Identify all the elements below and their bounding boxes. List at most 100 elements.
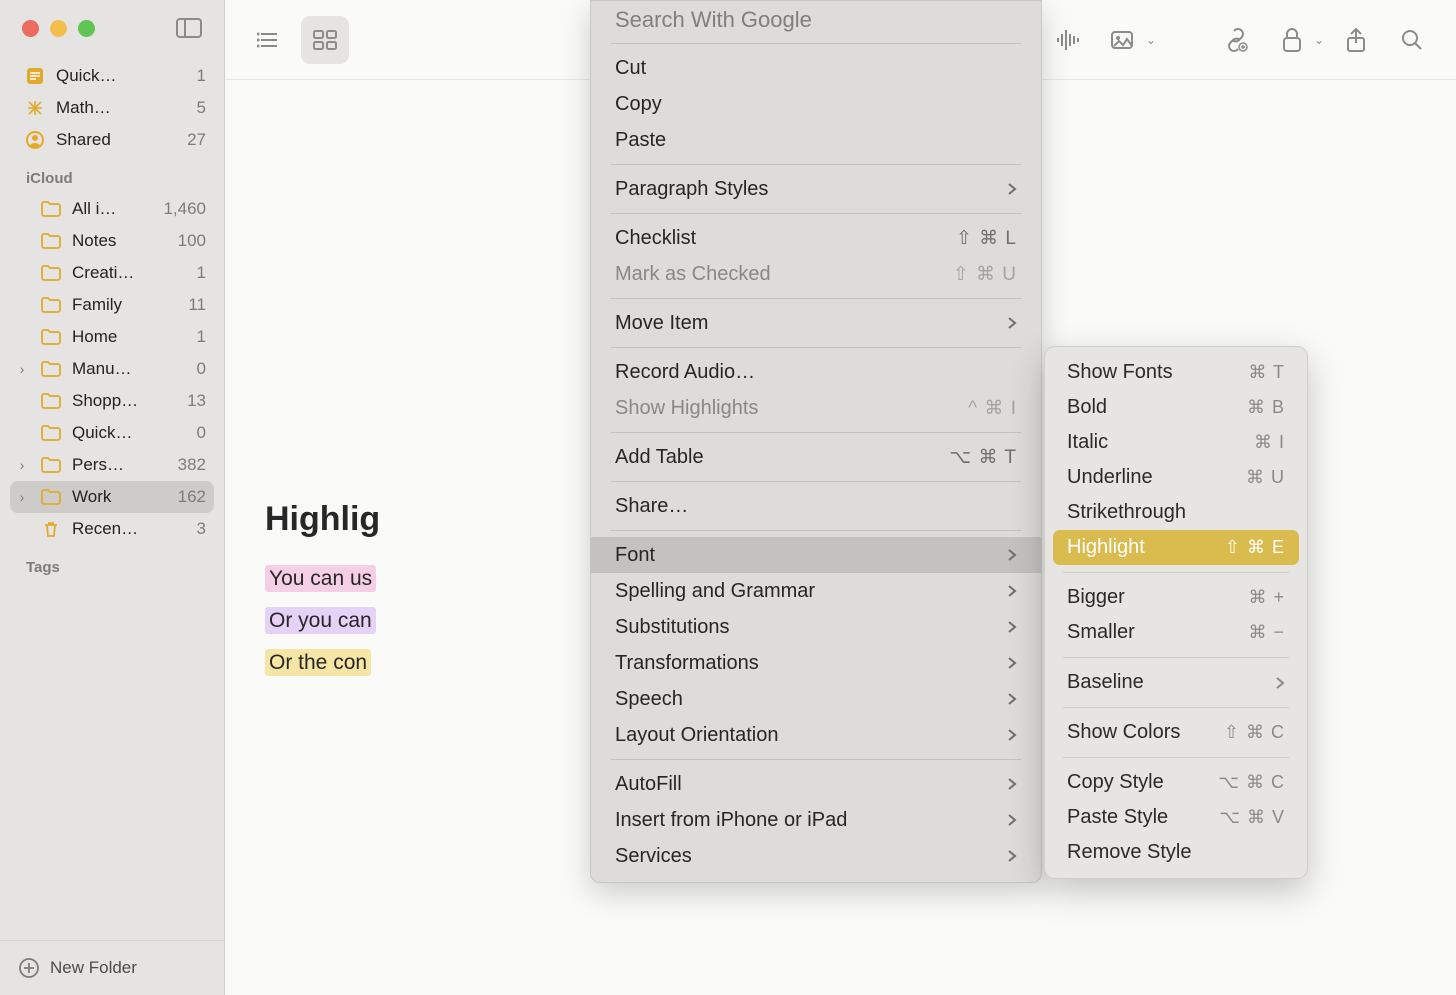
menu-item-insert-iphone[interactable]: Insert from iPhone or iPad — [591, 802, 1041, 838]
menu-item-move-item[interactable]: Move Item — [591, 305, 1041, 341]
menu-item-substitutions[interactable]: Substitutions — [591, 609, 1041, 645]
sidebar-item-label: Recen… — [72, 519, 138, 539]
menu-separator — [611, 164, 1021, 165]
context-menu: Search With Google Cut Copy Paste Paragr… — [590, 0, 1042, 883]
sidebar-item-label: Work — [72, 487, 111, 507]
sidebar-folder-shopping[interactable]: Shopp… 13 — [10, 385, 214, 417]
folder-icon — [40, 489, 62, 505]
submenu-item-smaller[interactable]: Smaller⌘ − — [1053, 615, 1299, 650]
submenu-item-paste-style[interactable]: Paste Style⌥ ⌘ V — [1053, 800, 1299, 835]
folder-icon — [40, 201, 62, 217]
menu-item-share[interactable]: Share… — [591, 488, 1041, 524]
menu-item-add-table[interactable]: Add Table⌥ ⌘ T — [591, 439, 1041, 475]
menu-separator — [611, 347, 1021, 348]
sidebar-folder-recent[interactable]: Recen… 3 — [10, 513, 214, 545]
submenu-item-strikethrough[interactable]: Strikethrough — [1053, 495, 1299, 530]
sidebar-item-label: Notes — [72, 231, 116, 251]
search-button[interactable] — [1388, 16, 1436, 64]
sidebar-item-shared[interactable]: Shared 27 — [10, 124, 214, 156]
submenu-item-highlight[interactable]: Highlight⇧ ⌘ E — [1053, 530, 1299, 565]
toggle-sidebar-button[interactable] — [176, 18, 202, 38]
menu-item-record-audio[interactable]: Record Audio… — [591, 354, 1041, 390]
sidebar-folder-personal[interactable]: › Pers… 382 — [10, 449, 214, 481]
menu-item-copy[interactable]: Copy — [591, 86, 1041, 122]
sidebar-item-label: All i… — [72, 199, 116, 219]
gallery-view-button[interactable] — [301, 16, 349, 64]
sidebar-folder-notes[interactable]: Notes 100 — [10, 225, 214, 257]
sidebar-folder-family[interactable]: Family 11 — [10, 289, 214, 321]
menu-separator — [611, 213, 1021, 214]
sidebar-item-count: 3 — [197, 519, 206, 539]
submenu-item-underline[interactable]: Underline⌘ U — [1053, 460, 1299, 495]
menu-item-speech[interactable]: Speech — [591, 681, 1041, 717]
menu-item-spelling[interactable]: Spelling and Grammar — [591, 573, 1041, 609]
zoom-window-button[interactable] — [78, 20, 95, 37]
sidebar-folder-manu[interactable]: › Manu… 0 — [10, 353, 214, 385]
menu-item-paragraph-styles[interactable]: Paragraph Styles — [591, 171, 1041, 207]
menu-separator — [611, 298, 1021, 299]
chevron-right-icon — [1007, 584, 1017, 598]
sidebar-item-count: 1,460 — [163, 199, 206, 219]
trash-icon — [40, 519, 62, 539]
math-icon — [24, 98, 46, 118]
menu-item-paste[interactable]: Paste — [591, 122, 1041, 158]
chevron-down-icon[interactable]: ⌄ — [1314, 33, 1324, 47]
sidebar-item-count: 1 — [197, 66, 206, 86]
new-folder-button[interactable]: New Folder — [0, 940, 224, 995]
sidebar-folder-home[interactable]: Home 1 — [10, 321, 214, 353]
submenu-item-show-colors[interactable]: Show Colors⇧ ⌘ C — [1053, 715, 1299, 750]
shortcut: ⇧ ⌘ E — [1225, 537, 1285, 558]
menu-separator — [611, 530, 1021, 531]
sidebar-tags-label: Tags — [10, 545, 214, 582]
submenu-item-bold[interactable]: Bold⌘ B — [1053, 390, 1299, 425]
sidebar-folder-quick[interactable]: Quick… 0 — [10, 417, 214, 449]
menu-item-layout[interactable]: Layout Orientation — [591, 717, 1041, 753]
sidebar-item-count: 0 — [197, 359, 206, 379]
menu-item-autofill[interactable]: AutoFill — [591, 766, 1041, 802]
list-view-button[interactable] — [245, 16, 293, 64]
sidebar-folder-work[interactable]: › Work 162 — [10, 481, 214, 513]
submenu-item-baseline[interactable]: Baseline — [1053, 665, 1299, 700]
menu-item-transformations[interactable]: Transformations — [591, 645, 1041, 681]
menu-item-font[interactable]: Font — [591, 537, 1041, 573]
sidebar: Quick… 1 Math… 5 Shared 27 iCloud All i…… — [0, 0, 225, 995]
chevron-right-icon — [1007, 777, 1017, 791]
folder-icon — [40, 329, 62, 345]
submenu-item-remove-style[interactable]: Remove Style — [1053, 835, 1299, 870]
close-window-button[interactable] — [22, 20, 39, 37]
chevron-right-icon — [1007, 656, 1017, 670]
submenu-item-show-fonts[interactable]: Show Fonts⌘ T — [1053, 355, 1299, 390]
share-button[interactable] — [1332, 16, 1380, 64]
menu-item-show-highlights: Show Highlights^ ⌘ I — [591, 390, 1041, 426]
chevron-right-icon — [1007, 728, 1017, 742]
sidebar-folder-creative[interactable]: Creati… 1 — [10, 257, 214, 289]
audio-button[interactable] — [1044, 16, 1092, 64]
shortcut: ⌘ I — [1254, 432, 1285, 453]
link-button[interactable] — [1212, 16, 1260, 64]
chevron-right-icon — [1007, 813, 1017, 827]
sidebar-folder-all[interactable]: All i… 1,460 — [10, 193, 214, 225]
sidebar-item-label: Quick… — [56, 66, 116, 86]
menu-item-search-google[interactable]: Search With Google — [591, 7, 1041, 37]
disclosure-icon[interactable]: › — [14, 489, 30, 505]
chevron-down-icon[interactable]: ⌄ — [1146, 33, 1156, 47]
sidebar-item-math[interactable]: Math… 5 — [10, 92, 214, 124]
folder-icon — [40, 393, 62, 409]
menu-item-checklist[interactable]: Checklist⇧ ⌘ L — [591, 220, 1041, 256]
menu-item-cut[interactable]: Cut — [591, 50, 1041, 86]
minimize-window-button[interactable] — [50, 20, 67, 37]
shortcut: ⌘ U — [1246, 467, 1285, 488]
submenu-item-italic[interactable]: Italic⌘ I — [1053, 425, 1299, 460]
lock-button[interactable] — [1268, 16, 1316, 64]
submenu-item-bigger[interactable]: Bigger⌘ + — [1053, 580, 1299, 615]
sidebar-item-quick-notes[interactable]: Quick… 1 — [10, 60, 214, 92]
sidebar-content: Quick… 1 Math… 5 Shared 27 iCloud All i…… — [0, 60, 224, 940]
disclosure-icon[interactable]: › — [14, 361, 30, 377]
folder-icon — [40, 425, 62, 441]
menu-separator — [1063, 657, 1289, 658]
sidebar-item-label: Quick… — [72, 423, 132, 443]
media-button[interactable] — [1100, 16, 1148, 64]
disclosure-icon[interactable]: › — [14, 457, 30, 473]
menu-item-services[interactable]: Services — [591, 838, 1041, 874]
submenu-item-copy-style[interactable]: Copy Style⌥ ⌘ C — [1053, 765, 1299, 800]
